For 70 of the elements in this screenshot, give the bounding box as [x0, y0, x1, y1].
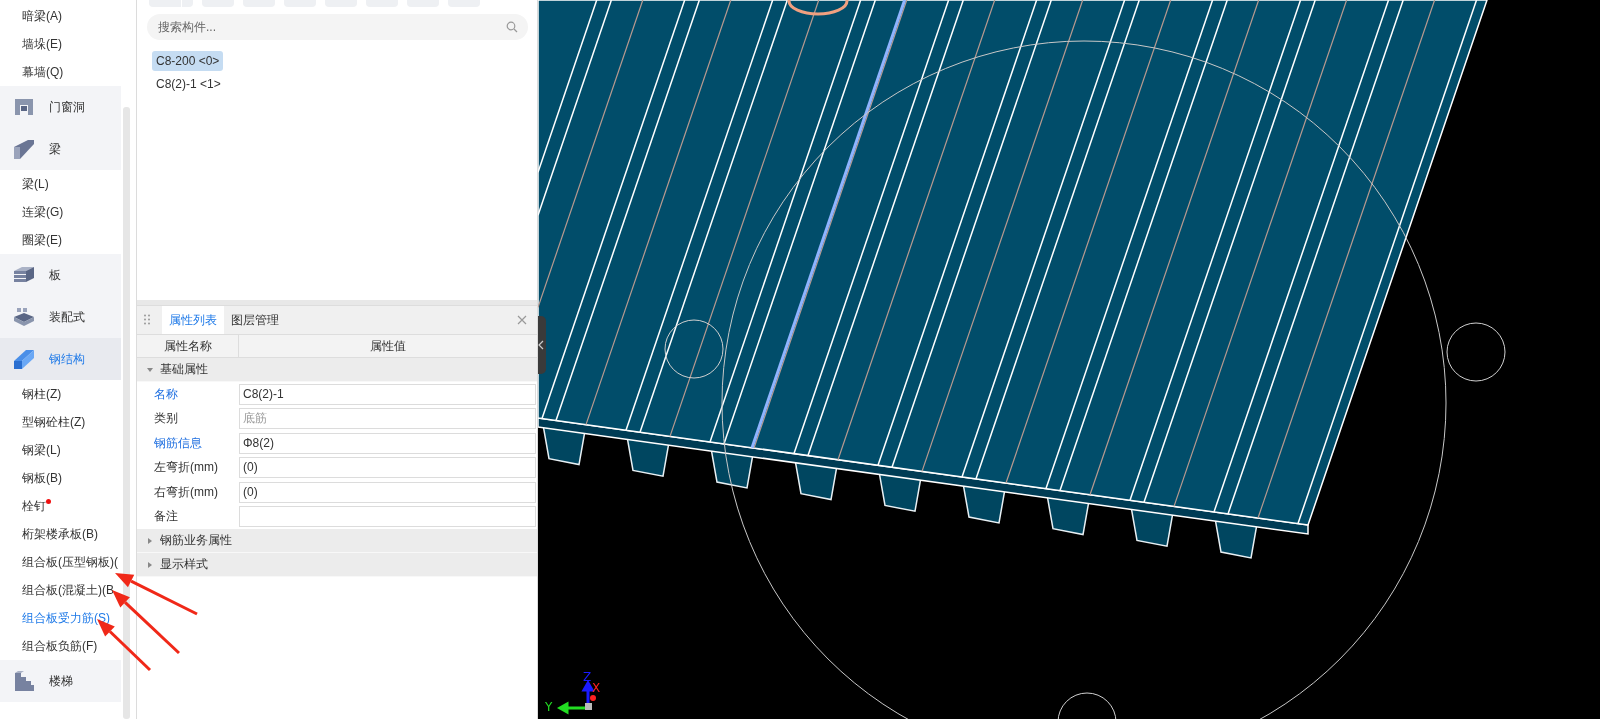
component-item[interactable]: C8(2)-1 <1> [152, 74, 225, 94]
category-header[interactable]: 钢结构 [0, 338, 121, 380]
axis-label: X [592, 681, 601, 695]
property-name: 备注 [153, 508, 179, 526]
group-label: 基础属性 [160, 361, 208, 378]
category-header[interactable]: 梁 [0, 128, 121, 170]
sidebar-item[interactable]: 梁(L) [22, 175, 49, 193]
property-value-field[interactable]: (0) [239, 481, 536, 503]
category-label: 装配式 [49, 308, 85, 326]
sidebar-item[interactable]: 暗梁(A) [22, 7, 62, 25]
property-value-field[interactable] [239, 506, 536, 528]
category-label: 门窗洞 [49, 98, 85, 116]
small-circle-outline [664, 319, 724, 379]
property-name: 类别 [153, 410, 179, 428]
property-value-field[interactable]: (0) [239, 457, 536, 479]
small-circle-outline [1446, 322, 1506, 382]
group-label: 显示样式 [160, 556, 208, 573]
sidebar-item[interactable]: 钢梁(L) [22, 441, 61, 459]
sidebar-item[interactable]: 组合板负筋(F) [22, 637, 98, 655]
sidebar-item[interactable]: 栓钉 [22, 497, 46, 515]
prefab-icon [12, 305, 36, 329]
sidebar-item[interactable]: 幕墙(Q) [22, 63, 64, 81]
category-header[interactable]: 门窗洞 [0, 86, 121, 128]
sidebar-item[interactable]: 钢板(B) [22, 469, 62, 487]
property-name: 名称 [153, 385, 179, 403]
category-header[interactable]: 楼梯 [0, 660, 121, 702]
scrollbar-thumb[interactable] [123, 107, 130, 719]
beam-icon [12, 137, 36, 161]
sidebar-item[interactable]: 型钢砼柱(Z) [22, 413, 86, 431]
sidebar-item[interactable]: 桁架楼承板(B) [22, 525, 98, 543]
category-header[interactable]: 板 [0, 254, 121, 296]
close-icon[interactable] [517, 315, 527, 325]
stairs-icon [12, 669, 36, 693]
group-label: 钢筋业务属性 [160, 532, 232, 549]
property-value-field[interactable]: Φ8(2) [239, 432, 536, 454]
column-header: 属性值 [369, 338, 407, 355]
property-name: 右弯折(mm) [153, 483, 219, 501]
sidebar-item[interactable]: 连梁(G) [22, 203, 64, 221]
component-item[interactable]: C8-200 <0> [152, 51, 224, 71]
category-header[interactable]: 装配式 [0, 296, 121, 338]
category-label: 钢结构 [49, 350, 85, 368]
category-label: 梁 [49, 140, 61, 158]
steel-beam-icon [12, 347, 36, 371]
property-value-field[interactable]: C8(2)-1 [239, 383, 536, 405]
sidebar-item[interactable]: 钢柱(Z) [22, 385, 62, 403]
expand-caret-icon[interactable] [147, 561, 153, 568]
sidebar-item[interactable]: 组合板(压型钢板)( [22, 553, 118, 571]
panel-tab[interactable]: 图层管理 [224, 306, 286, 334]
collapse-handle[interactable] [538, 316, 546, 374]
search-box[interactable]: 搜索构件... [147, 14, 528, 40]
small-circle-outline [1057, 692, 1117, 719]
search-field[interactable]: 搜索构件... [158, 20, 506, 34]
sidebar-item[interactable]: 墙垛(E) [22, 35, 62, 53]
column-header: 属性名称 [137, 335, 239, 357]
property-name: 左弯折(mm) [153, 459, 219, 477]
sidebar-item[interactable]: 组合板(混凝土)(B [22, 581, 114, 599]
search-icon [506, 21, 518, 33]
highlight-ring [787, 0, 849, 16]
category-label: 楼梯 [49, 672, 73, 690]
collapse-caret-icon[interactable] [147, 366, 153, 373]
3d-viewport[interactable]: Z X Y [538, 0, 1600, 719]
property-name: 钢筋信息 [153, 434, 203, 452]
expand-caret-icon[interactable] [147, 537, 153, 544]
category-label: 板 [49, 266, 61, 284]
sidebar-item[interactable]: 圈梁(E) [22, 231, 62, 249]
axis-label: Y [545, 700, 553, 714]
steel-deck-drawing[interactable] [538, 0, 1489, 559]
axis-label: Z [583, 670, 592, 684]
panel-tab[interactable]: 属性列表 [162, 306, 224, 334]
drag-handle-icon[interactable] [144, 314, 150, 326]
